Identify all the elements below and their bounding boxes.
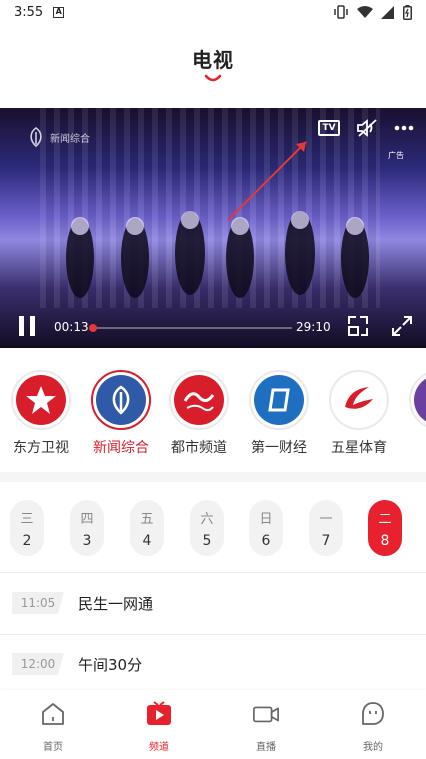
sports-swoosh-logo-icon bbox=[334, 375, 384, 425]
channel-logo bbox=[91, 370, 151, 430]
channel-name: 五星体育 bbox=[331, 440, 387, 456]
day-date: 3 bbox=[82, 533, 92, 549]
program-title: 民生一网通 bbox=[78, 595, 154, 613]
picture-in-picture-icon[interactable] bbox=[346, 314, 370, 338]
home-icon bbox=[42, 703, 64, 725]
tab-label: 直播 bbox=[256, 742, 276, 753]
day-mon[interactable]: 一 7 bbox=[309, 500, 343, 556]
notification-a-icon: A bbox=[53, 6, 65, 18]
program-item[interactable]: 12:00 午间30分 bbox=[0, 635, 426, 695]
channel-name: 东方卫视 bbox=[13, 440, 69, 456]
day-tue-selected[interactable]: 二 8 bbox=[368, 500, 402, 556]
channel-logo bbox=[249, 370, 309, 430]
day-sun[interactable]: 日 6 bbox=[249, 500, 283, 556]
vibrate-icon bbox=[334, 5, 348, 19]
status-time: 3:55 bbox=[14, 4, 44, 20]
fullscreen-icon[interactable] bbox=[390, 314, 414, 338]
list-divider bbox=[0, 572, 426, 573]
section-divider bbox=[0, 472, 426, 482]
channel-name: 新闻综合 bbox=[93, 440, 149, 456]
channel-partial[interactable]: 腰 bbox=[401, 370, 426, 457]
tab-label: 首页 bbox=[43, 742, 63, 753]
day-sat[interactable]: 六 5 bbox=[190, 500, 224, 556]
channel-diyicaijing[interactable]: 第一财经 bbox=[241, 370, 317, 457]
tab-label: 频道 bbox=[149, 742, 169, 753]
pause-icon[interactable] bbox=[18, 316, 36, 336]
day-weekday: 二 bbox=[378, 512, 392, 527]
status-icons bbox=[333, 4, 412, 20]
tab-channel[interactable]: 频道 bbox=[124, 700, 194, 753]
day-date: 2 bbox=[22, 533, 32, 549]
day-date: 5 bbox=[202, 533, 212, 549]
ad-label: 广告 bbox=[388, 151, 404, 160]
day-weekday: 日 bbox=[259, 512, 273, 527]
video-player[interactable]: 新闻综合 TV 广告 00:13 29:10 bbox=[0, 108, 426, 348]
day-date: 7 bbox=[321, 533, 331, 549]
channel-wuxing-sports[interactable]: 五星体育 bbox=[321, 370, 397, 457]
news-leaf-logo-icon bbox=[96, 375, 146, 425]
channel-dushi[interactable]: 都市频道 bbox=[161, 370, 237, 457]
tab-home[interactable]: 首页 bbox=[18, 700, 88, 753]
day-selector: 三 2 四 3 五 4 六 5 日 6 一 7 二 8 bbox=[0, 500, 426, 556]
star-logo-icon bbox=[16, 375, 66, 425]
finance-frame-logo-icon bbox=[254, 375, 304, 425]
program-item[interactable]: 11:05 民生一网通 bbox=[0, 574, 426, 634]
city-wave-logo-icon bbox=[174, 375, 224, 425]
status-bar: 3:55 A bbox=[0, 0, 426, 24]
day-wed[interactable]: 三 2 bbox=[10, 500, 44, 556]
channel-list: 东方卫视 新闻综合 都市频道 第一财经 五星体育 bbox=[0, 370, 426, 460]
more-options-icon[interactable] bbox=[394, 125, 414, 131]
channel-name: 腰 bbox=[401, 437, 426, 457]
tab-live[interactable]: 直播 bbox=[231, 700, 301, 753]
program-title: 午间30分 bbox=[78, 656, 143, 674]
wifi-icon bbox=[357, 5, 373, 18]
channel-watermark: 新闻综合 bbox=[26, 126, 90, 148]
progress-knob[interactable] bbox=[89, 324, 98, 332]
channel-logo bbox=[169, 370, 229, 430]
day-weekday: 四 bbox=[80, 512, 94, 527]
tab-profile[interactable]: 我的 bbox=[338, 700, 408, 753]
total-time: 29:10 bbox=[296, 320, 331, 334]
channel-news[interactable]: 新闻综合 bbox=[83, 370, 159, 457]
program-time: 11:05 bbox=[12, 592, 64, 614]
profile-face-icon bbox=[362, 702, 384, 725]
partial-channel-logo-icon bbox=[414, 375, 426, 425]
battery-icon bbox=[403, 4, 412, 20]
day-weekday: 三 bbox=[20, 512, 34, 527]
page-title: 电视 bbox=[192, 48, 234, 72]
day-date: 6 bbox=[261, 533, 271, 549]
player-bottom-controls: 00:13 29:10 bbox=[0, 306, 426, 348]
channel-logo bbox=[409, 370, 426, 430]
program-time: 12:00 bbox=[12, 653, 64, 675]
tab-label: 我的 bbox=[363, 742, 383, 753]
player-top-controls: TV bbox=[318, 118, 414, 138]
mute-icon[interactable] bbox=[356, 118, 378, 138]
channel-logo bbox=[329, 370, 389, 430]
day-date: 8 bbox=[380, 533, 390, 549]
channel-name: 都市频道 bbox=[171, 440, 227, 456]
day-fri[interactable]: 五 4 bbox=[130, 500, 164, 556]
cast-tv-icon[interactable]: TV bbox=[318, 120, 340, 136]
page-header: 电视 bbox=[0, 44, 426, 94]
news-channel-logo-icon bbox=[30, 127, 42, 148]
day-weekday: 五 bbox=[140, 512, 154, 527]
day-weekday: 六 bbox=[200, 512, 214, 527]
tv-icon-label: TV bbox=[322, 123, 336, 133]
current-time: 00:13 bbox=[54, 320, 89, 334]
watermark-text: 新闻综合 bbox=[50, 133, 90, 145]
progress-bar[interactable] bbox=[89, 324, 292, 332]
live-camera-icon bbox=[253, 706, 279, 723]
bottom-tab-bar: 首页 频道 直播 我的 bbox=[0, 690, 426, 759]
day-date: 4 bbox=[142, 533, 152, 549]
channel-dongfang[interactable]: 东方卫视 bbox=[3, 370, 79, 457]
title-smile-icon bbox=[204, 74, 222, 82]
channel-play-icon bbox=[147, 701, 171, 725]
channel-logo bbox=[11, 370, 71, 430]
channel-name: 第一财经 bbox=[251, 440, 307, 456]
day-weekday: 一 bbox=[319, 512, 333, 527]
day-thu[interactable]: 四 3 bbox=[70, 500, 104, 556]
signal-icon bbox=[381, 5, 394, 19]
